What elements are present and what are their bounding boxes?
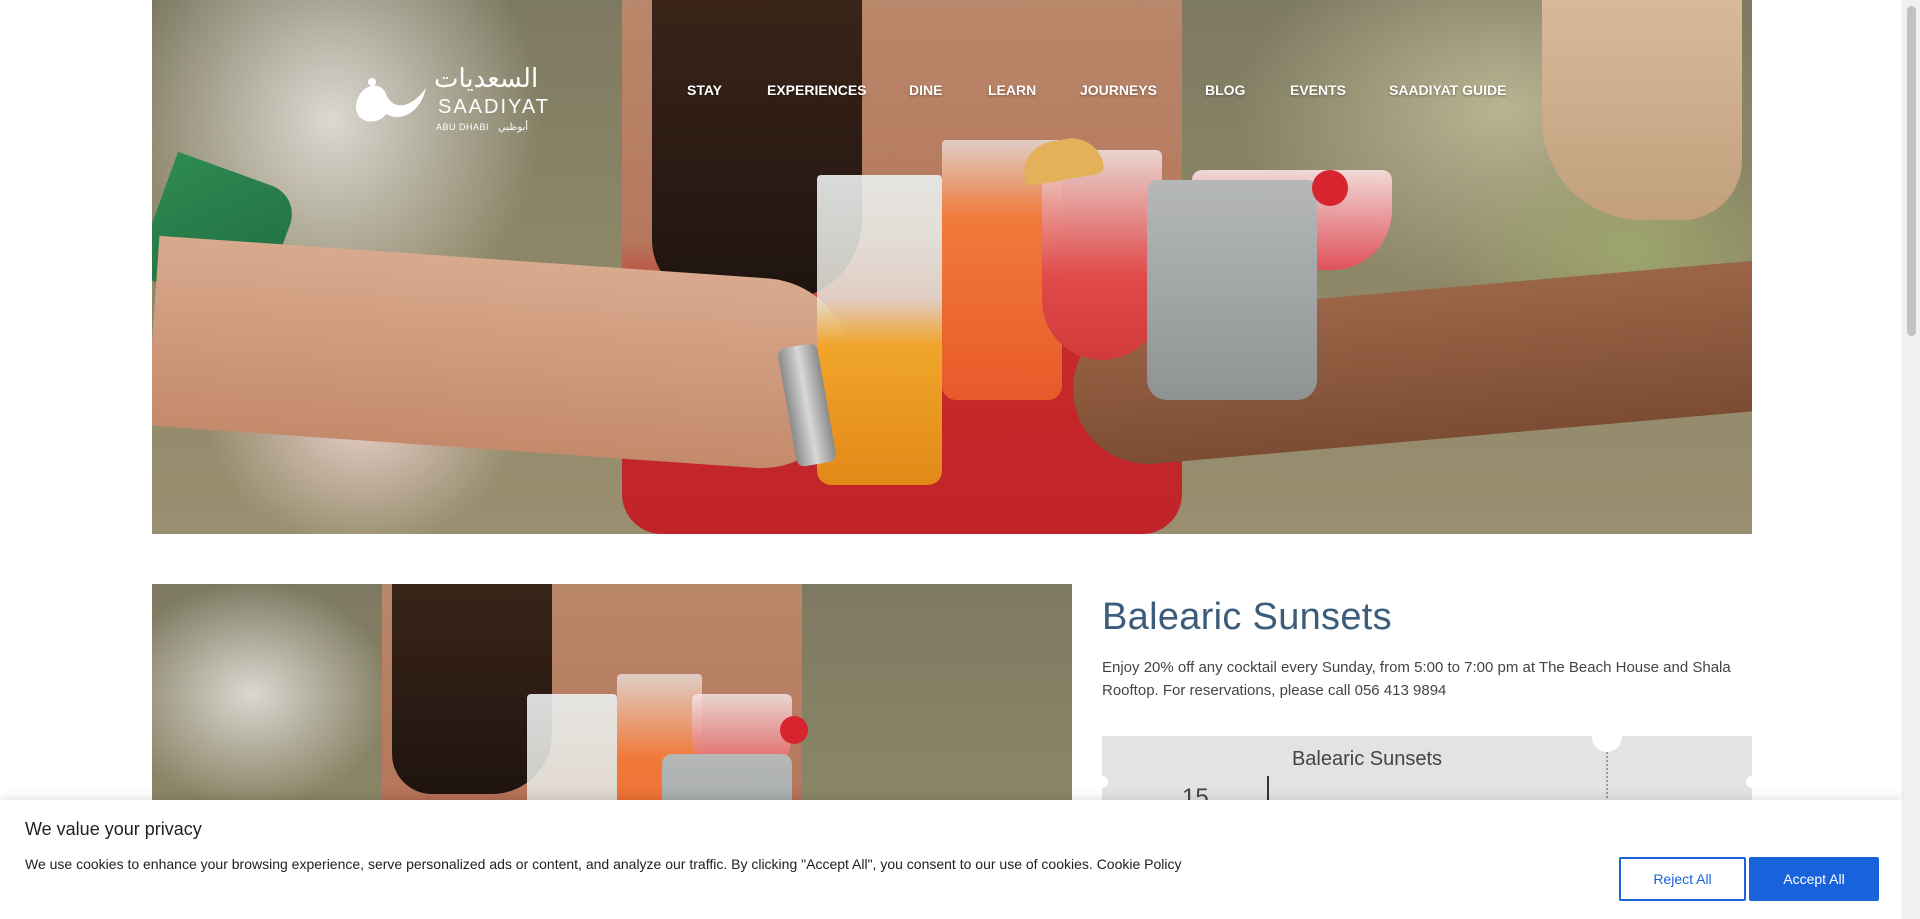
scrollbar-thumb[interactable]: [1907, 6, 1916, 336]
hero-hair-right: [1542, 0, 1742, 220]
cookie-message: We use cookies to enhance your browsing …: [25, 856, 1093, 872]
nav-saadiyat-guide[interactable]: SAADIYAT GUIDE: [1389, 82, 1506, 98]
ticket-title: Balearic Sunsets: [1291, 748, 1443, 770]
hero-cup: [1147, 180, 1317, 400]
reject-all-button[interactable]: Reject All: [1619, 857, 1746, 901]
logo-sub-en: ABU DHABI: [436, 122, 490, 132]
event-image-strawberry: [780, 716, 808, 744]
cookie-policy-link[interactable]: Cookie Policy: [1097, 856, 1182, 872]
cookie-title: We value your privacy: [25, 819, 202, 839]
hero-strawberry: [1312, 170, 1348, 206]
nav-learn[interactable]: LEARN: [988, 82, 1036, 98]
nav-blog[interactable]: BLOG: [1205, 82, 1245, 98]
nav-experiences[interactable]: EXPERIENCES: [767, 82, 867, 98]
hero-glass: [1042, 150, 1162, 360]
ticket-notch-right: [1746, 776, 1752, 788]
event-title: Balearic Sunsets: [1102, 596, 1392, 638]
logo-arabic-text: السعديات: [434, 64, 539, 94]
page-scrollbar[interactable]: [1902, 0, 1920, 919]
nav-stay[interactable]: STAY: [687, 82, 722, 98]
logo-subtitle: ABU DHABI أبوظبي: [436, 122, 528, 133]
cookie-text: We use cookies to enhance your browsing …: [25, 856, 1182, 872]
nav-events[interactable]: EVENTS: [1290, 82, 1346, 98]
hero-glass: [817, 175, 942, 485]
cookie-banner: We value your privacy We use cookies to …: [0, 800, 1903, 919]
site-logo[interactable]: السعديات SAADIYAT ABU DHABI أبوظبي: [352, 64, 562, 140]
logo-sub-ar: أبوظبي: [498, 122, 529, 133]
nav-journeys[interactable]: JOURNEYS: [1080, 82, 1157, 98]
event-description: Enjoy 20% off any cocktail every Sunday,…: [1102, 659, 1731, 699]
saadiyat-logo-icon: [356, 78, 426, 122]
accept-all-button[interactable]: Accept All: [1749, 857, 1879, 901]
logo-name: SAADIYAT: [438, 96, 550, 118]
nav-dine[interactable]: DINE: [909, 82, 942, 98]
ticket-notch-left: [1102, 776, 1108, 788]
